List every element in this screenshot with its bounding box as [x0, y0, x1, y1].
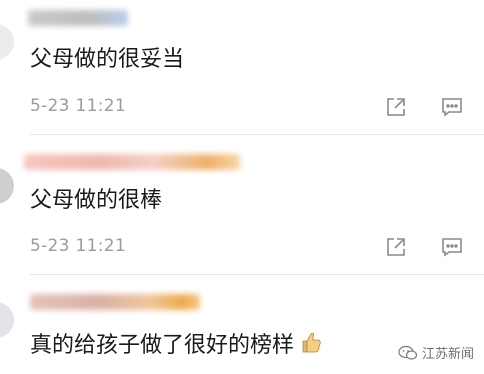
source-watermark: 江苏新闻 — [398, 343, 474, 362]
avatar[interactable] — [0, 302, 14, 338]
comment-item: 父母做的很棒 5-23 11:21 — [0, 136, 484, 275]
comment-text: 父母做的很妥当 — [30, 47, 185, 72]
watermark-label: 江苏新闻 — [421, 347, 474, 362]
username-blurred — [30, 294, 200, 310]
divider — [30, 274, 484, 275]
comment-time: 5-23 11:21 — [30, 236, 126, 256]
comment-time: 5-23 11:21 — [30, 96, 126, 116]
comment-text-content: 真的给孩子做了很好的榜样 — [30, 333, 295, 358]
comment-item: 父母做的很妥当 5-23 11:21 — [0, 0, 484, 135]
comment-text: 真的给孩子做了很好的榜样 — [30, 330, 322, 361]
username-blurred — [28, 10, 128, 26]
wechat-icon — [398, 345, 418, 360]
avatar[interactable] — [0, 24, 14, 60]
share-icon[interactable] — [384, 95, 408, 119]
divider — [30, 134, 484, 135]
comment-text: 父母做的很棒 — [30, 188, 163, 213]
avatar[interactable] — [0, 168, 14, 204]
comment-icon[interactable] — [440, 95, 464, 119]
username-blurred — [24, 154, 240, 170]
comment-icon[interactable] — [440, 235, 464, 259]
share-icon[interactable] — [384, 235, 408, 259]
thumbs-up-icon — [300, 330, 322, 361]
